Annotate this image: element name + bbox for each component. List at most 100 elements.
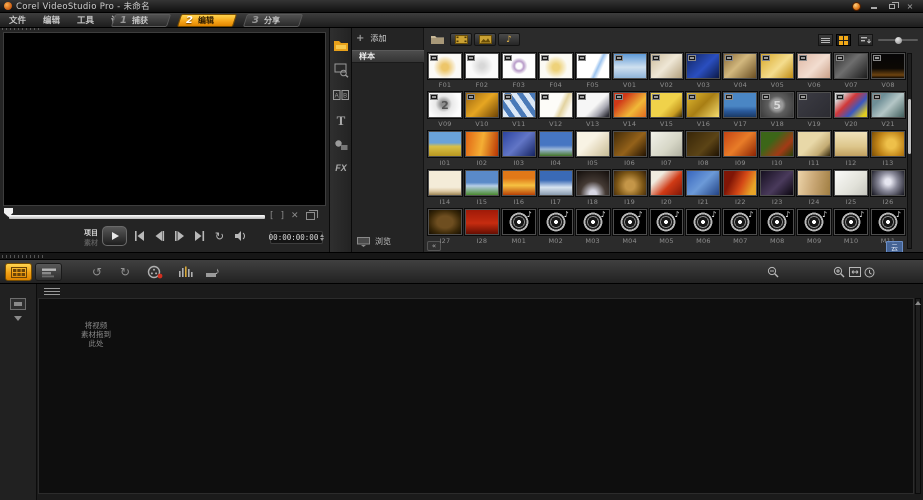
gallery-item-M05[interactable]: ♪M05 xyxy=(650,209,684,248)
gallery-item-M03[interactable]: ♪M03 xyxy=(576,209,610,248)
gallery-item-F04[interactable]: F04 xyxy=(539,53,573,92)
gallery-item-V16[interactable]: V16 xyxy=(686,92,720,131)
gallery-item-V05[interactable]: V05 xyxy=(760,53,794,92)
gallery-item-I21[interactable]: I21 xyxy=(686,170,720,209)
gallery-item-V10[interactable]: V10 xyxy=(465,92,499,131)
corel-guide-icon[interactable] xyxy=(852,2,861,11)
menu-tools[interactable]: 工具 xyxy=(77,14,94,26)
preview-timecode[interactable]: 00:00:00:00 xyxy=(270,231,323,244)
list-view-button[interactable] xyxy=(818,34,833,46)
zoom-out-button[interactable] xyxy=(764,264,782,280)
slider-thumb[interactable] xyxy=(895,37,902,44)
thumbnail-size-slider[interactable] xyxy=(878,39,918,41)
time-ruler-button[interactable] xyxy=(860,264,878,280)
gallery-item-M07[interactable]: ♪M07 xyxy=(723,209,757,248)
panel-splitter[interactable] xyxy=(0,252,923,260)
track-manager-button[interactable] xyxy=(44,286,60,296)
gallery-item-M04[interactable]: ♪M04 xyxy=(613,209,647,248)
graphic-button[interactable] xyxy=(332,136,350,154)
gallery-item-I03[interactable]: I03 xyxy=(502,131,536,170)
gallery-item-V11[interactable]: V11 xyxy=(502,92,536,131)
tab-capture[interactable]: 1捕获 xyxy=(111,14,171,27)
gallery-item-V07[interactable]: V07 xyxy=(834,53,868,92)
redo-button[interactable]: ↻ xyxy=(116,264,134,280)
gallery-item-I10[interactable]: I10 xyxy=(760,131,794,170)
thumbnail-view-button[interactable] xyxy=(836,34,851,46)
gallery-item-M10[interactable]: ♪M10 xyxy=(834,209,868,248)
volume-button[interactable] xyxy=(232,230,247,242)
gallery-item-I09[interactable]: I09 xyxy=(723,131,757,170)
gallery-item-I23[interactable]: I23 xyxy=(760,170,794,209)
gallery-item-F03[interactable]: F03 xyxy=(502,53,536,92)
filter-videos-button[interactable] xyxy=(450,33,472,46)
undo-button[interactable]: ↺ xyxy=(88,264,106,280)
minimize-button[interactable] xyxy=(869,2,879,11)
gallery-item-F02[interactable]: F02 xyxy=(465,53,499,92)
filter-audio-button[interactable]: ♪ xyxy=(498,33,520,46)
gallery-item-I20[interactable]: I20 xyxy=(650,170,684,209)
sound-mixer-button[interactable] xyxy=(176,264,194,280)
browse-button[interactable]: 浏览 xyxy=(357,236,391,247)
timeline-view-button[interactable] xyxy=(35,263,62,281)
gallery-item-M02[interactable]: ♪M02 xyxy=(539,209,573,248)
split-clip-button[interactable]: ✕ xyxy=(291,211,299,221)
mark-in-button[interactable]: [ xyxy=(270,211,274,221)
timecode-spinner[interactable] xyxy=(320,234,324,241)
gallery-item-I08[interactable]: I08 xyxy=(686,131,720,170)
restore-button[interactable] xyxy=(887,2,897,11)
gallery-item-V15[interactable]: V15 xyxy=(650,92,684,131)
repeat-button[interactable]: ↻ xyxy=(212,230,227,242)
gallery-item-I04[interactable]: I04 xyxy=(539,131,573,170)
gallery-item-V14[interactable]: V14 xyxy=(613,92,647,131)
gallery-item-V19[interactable]: V19 xyxy=(797,92,831,131)
title-button[interactable]: T xyxy=(332,111,350,129)
gallery-item-I25[interactable]: I25 xyxy=(834,170,868,209)
auto-music-button[interactable]: ♪ xyxy=(204,264,222,280)
prev-frame-button[interactable] xyxy=(152,230,167,242)
gallery-item-I15[interactable]: I15 xyxy=(465,170,499,209)
next-frame-button[interactable] xyxy=(172,230,187,242)
gallery-item-M08[interactable]: ♪M08 xyxy=(760,209,794,248)
gallery-item-V18[interactable]: 5V18 xyxy=(760,92,794,131)
storyboard-view-button[interactable] xyxy=(5,263,32,281)
gallery-item-F01[interactable]: F01 xyxy=(428,53,462,92)
gallery-item-V03[interactable]: V03 xyxy=(686,53,720,92)
play-button[interactable] xyxy=(102,226,127,246)
add-folder-button[interactable]: + 添加 xyxy=(356,33,386,44)
gallery-item-I07[interactable]: I07 xyxy=(650,131,684,170)
record-capture-button[interactable] xyxy=(146,264,164,280)
gallery-item-M01[interactable]: ♪M01 xyxy=(502,209,536,248)
gallery-item-I27[interactable]: I27 xyxy=(428,209,462,248)
gallery-item-I11[interactable]: I11 xyxy=(797,131,831,170)
menu-file[interactable]: 文件 xyxy=(9,14,26,26)
gallery-item-I14[interactable]: I14 xyxy=(428,170,462,209)
gallery-item-I19[interactable]: I19 xyxy=(613,170,647,209)
gallery-item-I16[interactable]: I16 xyxy=(502,170,536,209)
gallery-item-I26[interactable]: I26 xyxy=(871,170,905,209)
gallery-item-V13[interactable]: V13 xyxy=(576,92,610,131)
gallery-item-V20[interactable]: V20 xyxy=(834,92,868,131)
gallery-item-V09[interactable]: 2V09 xyxy=(428,92,462,131)
gallery-item-M09[interactable]: ♪M09 xyxy=(797,209,831,248)
filter-button[interactable]: FX xyxy=(332,158,350,176)
sort-options-button[interactable] xyxy=(858,34,873,46)
gallery-item-V08[interactable]: V08 xyxy=(871,53,905,92)
gallery-item-I01[interactable]: I01 xyxy=(428,131,462,170)
timeline-scrollbar[interactable] xyxy=(915,298,921,494)
scrollbar-thumb[interactable] xyxy=(908,99,911,154)
gallery-item-I18[interactable]: I18 xyxy=(576,170,610,209)
tab-share[interactable]: 3分享 xyxy=(243,14,303,27)
gallery-folder-icon[interactable] xyxy=(430,33,445,45)
tab-edit[interactable]: 2编辑 xyxy=(177,14,237,27)
gallery-item-V04[interactable]: V04 xyxy=(723,53,757,92)
gallery-item-I24[interactable]: I24 xyxy=(797,170,831,209)
gallery-item-M06[interactable]: ♪M06 xyxy=(686,209,720,248)
gallery-item-F05[interactable]: F05 xyxy=(576,53,610,92)
filter-photos-button[interactable] xyxy=(474,33,496,46)
transition-button[interactable]: AB xyxy=(332,86,350,104)
track-expand-arrow[interactable] xyxy=(14,316,22,321)
scrub-track[interactable] xyxy=(9,215,265,219)
gallery-item-I12[interactable]: I12 xyxy=(834,131,868,170)
gallery-item-V01[interactable]: V01 xyxy=(613,53,647,92)
video-track-area[interactable]: 将视频 素材拖到 此处 xyxy=(38,298,914,494)
